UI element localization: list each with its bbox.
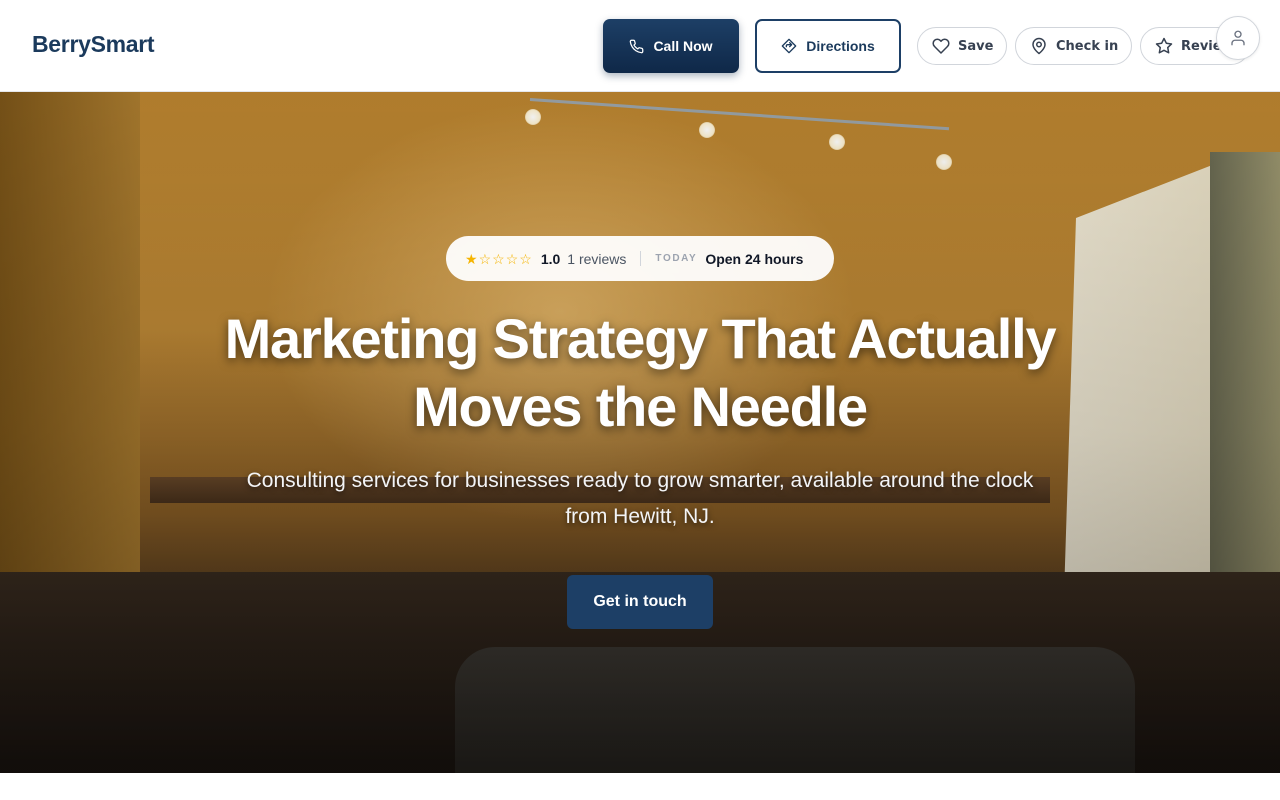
check-in-button[interactable]: Check in bbox=[1015, 27, 1132, 65]
star-empty-icon: ☆ bbox=[492, 250, 505, 267]
divider bbox=[640, 251, 642, 266]
directions-icon bbox=[781, 38, 797, 54]
review-count[interactable]: 1 reviews bbox=[567, 251, 626, 267]
map-pin-icon bbox=[1030, 37, 1048, 55]
account-button[interactable] bbox=[1216, 16, 1260, 60]
call-now-button[interactable]: Call Now bbox=[603, 19, 739, 73]
star-filled-icon: ★ bbox=[465, 250, 478, 267]
phone-icon bbox=[629, 39, 644, 54]
hero-headline: Marketing Strategy That Actually Moves t… bbox=[160, 305, 1120, 441]
today-label: TODAY bbox=[655, 253, 698, 264]
hero-subtitle: Consulting services for businesses ready… bbox=[246, 469, 1034, 528]
star-empty-icon: ☆ bbox=[519, 250, 532, 267]
rating-value: 1.0 bbox=[540, 250, 561, 267]
star-icon bbox=[1155, 37, 1173, 55]
save-label: Save bbox=[958, 38, 994, 54]
user-icon bbox=[1229, 29, 1247, 47]
star-rating: ★ ☆ ☆ ☆ ☆ bbox=[465, 252, 532, 266]
headline-line-2: Moves the Needle bbox=[413, 375, 868, 438]
call-now-label: Call Now bbox=[653, 38, 713, 54]
get-in-touch-button[interactable]: Get in touch bbox=[567, 575, 713, 629]
star-empty-icon: ☆ bbox=[505, 250, 519, 267]
star-empty-icon: ☆ bbox=[478, 250, 492, 267]
directions-label: Directions bbox=[806, 38, 875, 54]
save-button[interactable]: Save bbox=[917, 27, 1007, 65]
opening-hours: Open 24 hours bbox=[705, 250, 804, 267]
heart-icon bbox=[932, 37, 950, 55]
rating-summary[interactable]: ★ ☆ ☆ ☆ ☆ 1.0 1 reviews TODAY Open 24 hours bbox=[446, 236, 834, 281]
check-in-label: Check in bbox=[1056, 38, 1119, 54]
headline-line-1: Marketing Strategy That Actually bbox=[224, 307, 1057, 370]
site-header: BerrySmart Call Now Directions Save Chec… bbox=[0, 0, 1280, 92]
brand-logo[interactable]: BerrySmart bbox=[32, 31, 155, 58]
directions-button[interactable]: Directions bbox=[755, 19, 901, 73]
